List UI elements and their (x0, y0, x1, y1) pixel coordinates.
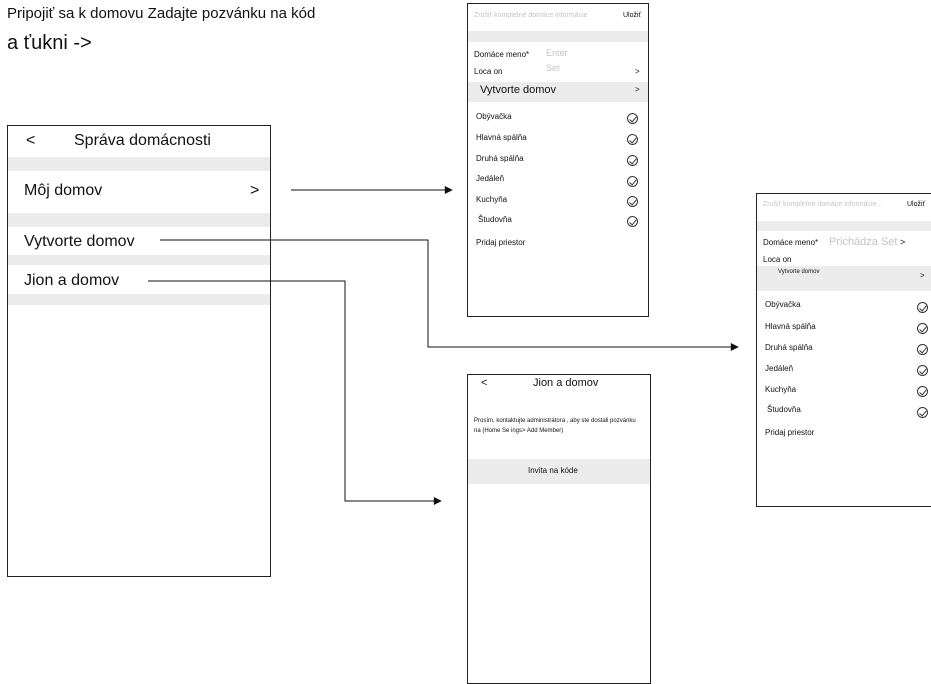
arrow-right-icon (160, 239, 739, 351)
flow-arrows (148, 186, 739, 505)
arrow-right-icon (148, 280, 442, 505)
